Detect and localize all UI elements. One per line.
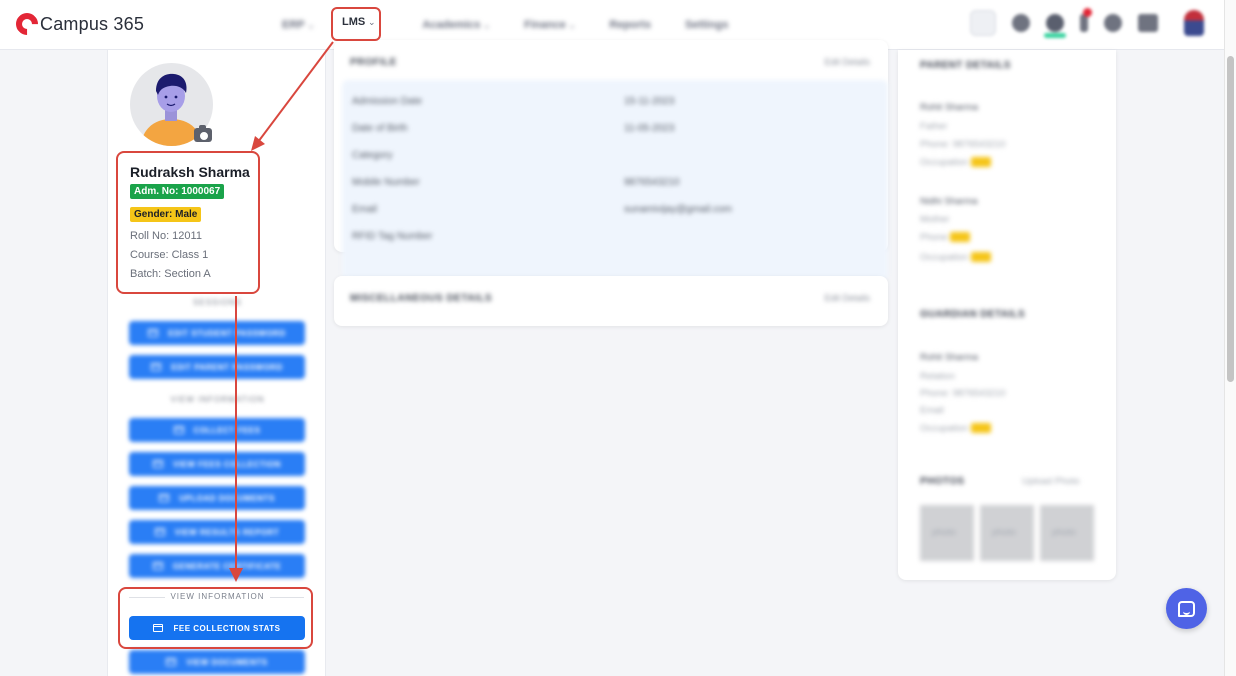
guardian-name: Rohit Sharma [920, 352, 979, 363]
photos-title: PHOTOS [920, 476, 965, 487]
campus-logo-icon [11, 8, 43, 40]
certificate-icon [152, 562, 163, 570]
profile-card: PROFILE Edit Details Admission Date 15-1… [334, 40, 888, 280]
profile-card-title: PROFILE [350, 57, 397, 68]
edit-parent-password-button[interactable]: EDIT PARENT PASSWORD [129, 355, 305, 379]
search-icon[interactable] [970, 10, 996, 36]
page-scrollbar[interactable] [1224, 0, 1236, 676]
miscellaneous-card: MISCELLANEOUS DETAILS Edit Details [334, 276, 888, 326]
row-label: Admission Date [352, 96, 423, 107]
change-photo-camera-icon[interactable] [194, 125, 212, 142]
guardian-occupation: Occupation [920, 423, 992, 434]
father-occupation: Occupation [920, 157, 992, 168]
edit-icon [151, 363, 162, 371]
collect-fees-button[interactable]: COLLECT FEES [129, 418, 305, 442]
app-logo[interactable]: Campus 365 [11, 8, 145, 40]
row-value: sunamivijay@gmail.com [624, 204, 732, 215]
row-value: 9876543210 [624, 177, 680, 188]
row-value: 15-11-2023 [624, 96, 675, 107]
view-information-highlight-box [118, 587, 313, 649]
misc-card-title: MISCELLANEOUS DETAILS [350, 293, 492, 304]
help-icon[interactable] [1104, 14, 1122, 32]
profile-edit-link[interactable]: Edit Details [824, 57, 870, 67]
photo-thumbnail[interactable]: photo [1040, 505, 1094, 561]
edit-student-password-button[interactable]: EDIT STUDENT PASSWORD [129, 321, 305, 345]
chevron-down-icon: ⌄ [307, 20, 315, 30]
upload-photo-link[interactable]: Upload Photo [1022, 476, 1080, 487]
father-name: Rohit Sharma [920, 102, 979, 113]
mother-occupation: Occupation [920, 252, 992, 263]
guardian-phone: Phone: 9876543210 [920, 388, 1006, 399]
section-title-sessions: SESSIONS [193, 298, 242, 307]
photo-thumbnail[interactable]: photo [920, 505, 974, 561]
globe-icon[interactable] [1012, 14, 1030, 32]
card-icon [153, 460, 164, 468]
photo-thumbnail[interactable]: photo [980, 505, 1034, 561]
upload-icon [159, 494, 170, 502]
user-avatar[interactable] [1184, 10, 1204, 36]
row-label: Mobile Number [352, 177, 420, 188]
row-label: Date of Birth [352, 123, 408, 134]
guardian-details-title: GUARDIAN DETAILS [920, 309, 1026, 320]
row-label: Email [352, 204, 378, 215]
toolbar-icons [954, 8, 1204, 38]
app-title: Campus 365 [40, 13, 145, 34]
mother-name: Nidhi Sharma [920, 196, 978, 207]
section-title-info: VIEW INFORMATION [170, 395, 265, 404]
parent-details-panel: PARENT DETAILS Rohit Sharma Father Phone… [898, 50, 1116, 580]
misc-edit-link[interactable]: Edit Details [824, 293, 870, 303]
chat-icon [1178, 600, 1195, 617]
father-relation: Father [920, 121, 948, 132]
generate-certificate-button[interactable]: GENERATE CERTIFICATE [129, 554, 305, 578]
nav-reports[interactable]: Reports [609, 19, 651, 31]
nav-erp[interactable]: ERP ⌄ [282, 19, 314, 31]
row-value: 11-05-2023 [624, 123, 675, 134]
lms-highlight-box [331, 7, 381, 41]
profile-table: Admission Date 15-11-2023 Date of Birth … [342, 80, 888, 280]
nav-academics[interactable]: Academics ⌄ [422, 19, 490, 31]
card-icon [173, 426, 184, 434]
report-icon [154, 528, 165, 536]
chat-support-button[interactable] [1166, 588, 1207, 629]
chevron-down-icon: ⌄ [483, 20, 491, 30]
row-label: Category [352, 150, 393, 161]
document-icon [166, 658, 177, 666]
user-status-icon[interactable] [1044, 14, 1066, 38]
parent-details-title: PARENT DETAILS [920, 60, 1011, 71]
notification-icon[interactable] [1080, 8, 1092, 32]
view-results-button[interactable]: VIEW RESULTS REPORT [129, 520, 305, 544]
row-label: RFID Tag Number [352, 231, 433, 242]
guardian-relation: Relation [920, 371, 955, 382]
mother-phone: Phone [920, 232, 971, 243]
view-documents-button[interactable]: VIEW DOCUMENTS [129, 650, 305, 674]
profile-highlight-box [116, 151, 260, 294]
scrollbar-thumb[interactable] [1227, 56, 1234, 382]
edit-icon [148, 329, 159, 337]
father-phone: Phone: 9876543210 [920, 139, 1006, 150]
nav-finance[interactable]: Finance ⌄ [524, 19, 575, 31]
guardian-email: Email [920, 405, 944, 416]
view-fees-collection-button[interactable]: VIEW FEES COLLECTION [129, 452, 305, 476]
upload-documents-button[interactable]: UPLOAD DOCUMENTS [129, 486, 305, 510]
student-profile-sidebar: Rudraksh Sharma Adm. No: 1000067 Gender:… [107, 50, 326, 676]
nav-settings[interactable]: Settings [685, 19, 728, 31]
mother-relation: Mother [920, 214, 950, 225]
language-icon[interactable] [1138, 14, 1158, 32]
chevron-down-icon: ⌄ [568, 20, 576, 30]
